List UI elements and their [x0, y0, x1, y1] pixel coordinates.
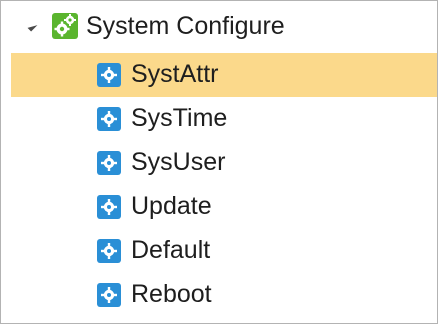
tree-item-label: SysTime — [131, 104, 228, 132]
tree-item-label: SysUser — [131, 148, 226, 176]
tree-node-system-configure[interactable]: System Configure — [1, 5, 437, 47]
tree-item-label: Default — [131, 236, 211, 264]
tree-item-systime[interactable]: SysTime — [11, 97, 437, 141]
gear-icon — [97, 151, 121, 175]
tree-item-label: SystAttr — [131, 60, 219, 88]
gear-icon — [97, 283, 121, 307]
gear-icon — [97, 195, 121, 219]
tree-item-label: Reboot — [131, 280, 212, 308]
gear-icon — [97, 107, 121, 131]
tree-item-systattr[interactable]: SystAttr — [11, 53, 437, 97]
tree-item-update[interactable]: Update — [11, 185, 437, 229]
tree-item-label: Update — [131, 192, 212, 220]
tree-item-default[interactable]: Default — [11, 229, 437, 273]
gears-icon — [52, 13, 78, 39]
tree-panel: System Configure SystAttr SysTime SysUse… — [0, 0, 438, 324]
gear-icon — [97, 63, 121, 87]
expand-triangle-icon[interactable] — [27, 21, 38, 32]
tree-node-label: System Configure — [86, 12, 285, 40]
gear-icon — [97, 239, 121, 263]
tree-item-sysuser[interactable]: SysUser — [11, 141, 437, 185]
tree-item-reboot[interactable]: Reboot — [11, 273, 437, 317]
